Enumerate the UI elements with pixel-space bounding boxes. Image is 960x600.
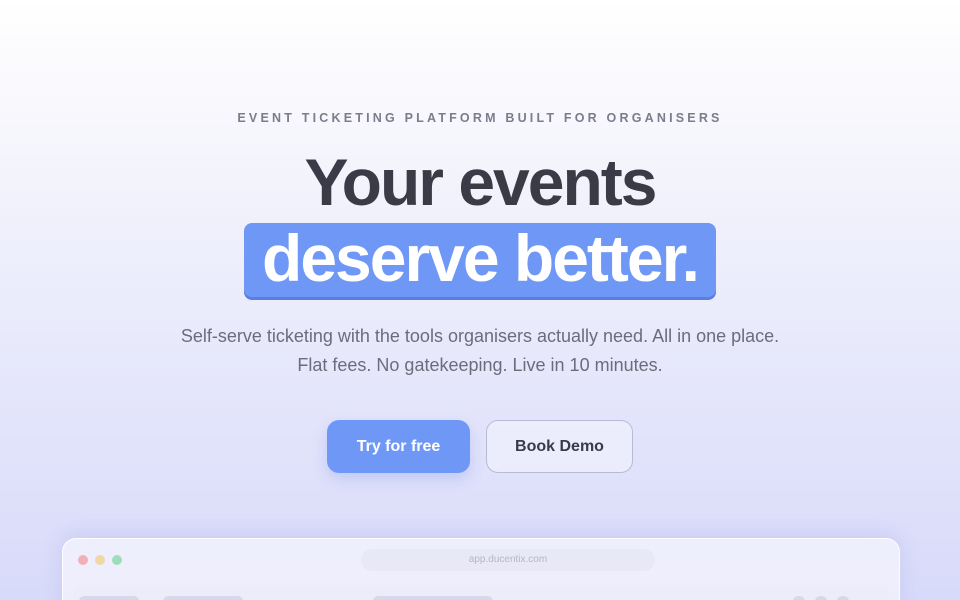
preview-placeholder-chip xyxy=(79,596,139,600)
preview-placeholder-chip xyxy=(373,596,493,600)
preview-title-bar: app.ducentix.com xyxy=(63,539,899,581)
try-for-free-button[interactable]: Try for free xyxy=(327,420,470,473)
preview-toolbar-icon xyxy=(837,596,849,600)
preview-toolbar-icon xyxy=(815,596,827,600)
preview-toolbar-icon xyxy=(793,596,805,600)
headline-line-1: Your events xyxy=(304,145,658,219)
preview-url-bar: app.ducentix.com xyxy=(361,549,655,571)
hero-subtext: Self-serve ticketing with the tools orga… xyxy=(180,326,780,375)
window-close-dot-icon xyxy=(78,555,88,565)
window-minimize-dot-icon xyxy=(95,555,105,565)
eyebrow-tagline: EVENT TICKETING PLATFORM BUILT FOR ORGAN… xyxy=(237,111,723,125)
headline-line-2: deserve better. xyxy=(262,221,700,295)
app-preview-window: app.ducentix.com xyxy=(62,538,900,600)
window-maximize-dot-icon xyxy=(112,555,122,565)
book-demo-button[interactable]: Book Demo xyxy=(486,420,633,473)
preview-placeholder-chip xyxy=(163,596,243,600)
